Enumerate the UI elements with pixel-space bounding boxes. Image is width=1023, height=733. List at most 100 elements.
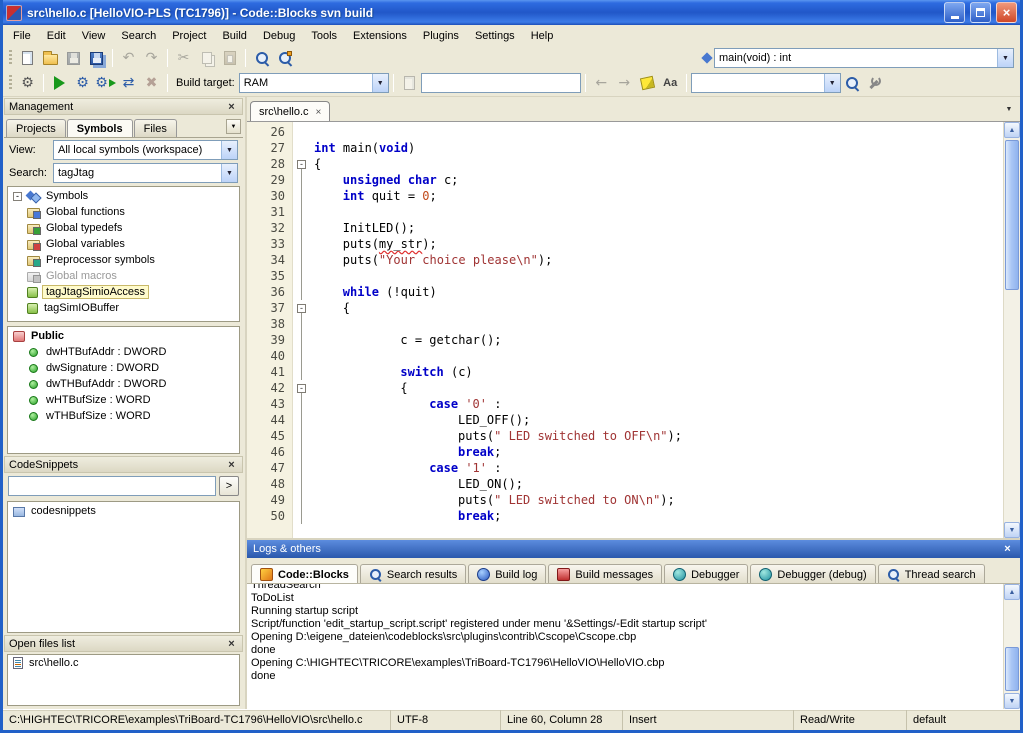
function-scope-combo[interactable]: main(void) : int ▼: [714, 48, 1014, 68]
search-options-button[interactable]: [864, 72, 887, 94]
replace-button[interactable]: [273, 47, 296, 69]
line-number[interactable]: 43: [247, 396, 292, 412]
fold-marker-icon[interactable]: -: [297, 384, 306, 393]
snippet-search-input[interactable]: [8, 476, 216, 496]
menu-item-plugins[interactable]: Plugins: [415, 27, 467, 45]
code-line[interactable]: puts("Your choice please\n");: [314, 252, 1003, 268]
code-line[interactable]: puts(my_str);: [314, 236, 1003, 252]
code-area[interactable]: int main(void){unsigned char c;int quit …: [310, 122, 1003, 538]
symbol-tree-item[interactable]: tagJtagSimioAccess: [8, 284, 239, 300]
member-tree-item[interactable]: wTHBufSize : WORD: [8, 408, 239, 424]
fold-marker-icon[interactable]: -: [297, 160, 306, 169]
build-and-run-button[interactable]: ⚙: [94, 72, 117, 94]
line-number[interactable]: 30: [247, 188, 292, 204]
code-line[interactable]: LED_ON();: [314, 476, 1003, 492]
redo-button[interactable]: ↷: [140, 47, 163, 69]
abort-button[interactable]: ✖: [140, 72, 163, 94]
undo-button[interactable]: ↶: [117, 47, 140, 69]
menu-item-file[interactable]: File: [5, 27, 39, 45]
close-codesnippets-button[interactable]: ×: [225, 458, 238, 471]
scroll-thumb[interactable]: [1005, 647, 1019, 691]
line-number[interactable]: 48: [247, 476, 292, 492]
menu-item-help[interactable]: Help: [523, 27, 562, 45]
toolbar-grip[interactable]: [9, 50, 12, 66]
menu-item-settings[interactable]: Settings: [467, 27, 523, 45]
log-tab-debugger[interactable]: Debugger: [664, 564, 748, 583]
snippet-search-button[interactable]: >: [219, 476, 239, 496]
code-line[interactable]: puts(" LED switched to ON\n");: [314, 492, 1003, 508]
line-number[interactable]: 42: [247, 380, 292, 396]
menu-item-extensions[interactable]: Extensions: [345, 27, 415, 45]
rebuild-button[interactable]: ⇄: [117, 72, 140, 94]
find-button[interactable]: [250, 47, 273, 69]
expander-icon[interactable]: -: [13, 192, 22, 201]
code-line[interactable]: break;: [314, 444, 1003, 460]
line-number[interactable]: 37: [247, 300, 292, 316]
build-target-combo[interactable]: RAM ▼: [239, 73, 389, 93]
code-line[interactable]: {: [314, 380, 1003, 396]
code-line[interactable]: [314, 268, 1003, 284]
thread-search-combo[interactable]: ▼: [691, 73, 841, 93]
scroll-up-button[interactable]: ▲: [1004, 584, 1020, 600]
chevron-down-icon[interactable]: ▼: [997, 49, 1013, 67]
find-input[interactable]: [421, 73, 581, 93]
chevron-down-icon[interactable]: ▼: [824, 74, 840, 92]
tab-list-button[interactable]: ▼: [1001, 101, 1017, 117]
tab-symbols[interactable]: Symbols: [67, 119, 133, 137]
line-number[interactable]: 27: [247, 140, 292, 156]
symbol-search-combo[interactable]: tagJtag ▼: [53, 163, 238, 183]
code-line[interactable]: int main(void): [314, 140, 1003, 156]
cut-button[interactable]: ✂: [172, 47, 195, 69]
scroll-thumb[interactable]: [1005, 140, 1019, 290]
copy-button[interactable]: [195, 47, 218, 69]
chevron-down-icon[interactable]: ▼: [221, 164, 237, 182]
new-file-button[interactable]: [16, 47, 39, 69]
open-file-button[interactable]: [39, 47, 62, 69]
editor-tab-hello-c[interactable]: src\hello.c ×: [250, 101, 330, 121]
code-line[interactable]: [314, 204, 1003, 220]
log-tab-thread-search[interactable]: Thread search: [878, 564, 985, 583]
menu-item-build[interactable]: Build: [214, 27, 254, 45]
code-line[interactable]: puts(" LED switched to OFF\n");: [314, 428, 1003, 444]
code-line[interactable]: unsigned char c;: [314, 172, 1003, 188]
close-open-files-button[interactable]: ×: [225, 637, 238, 650]
code-line[interactable]: c = getchar();: [314, 332, 1003, 348]
tab-files[interactable]: Files: [134, 119, 177, 137]
line-number[interactable]: 41: [247, 364, 292, 380]
log-tab-build-messages[interactable]: Build messages: [548, 564, 662, 583]
menu-item-search[interactable]: Search: [113, 27, 164, 45]
menu-item-debug[interactable]: Debug: [255, 27, 303, 45]
minimize-button[interactable]: [944, 2, 965, 23]
match-case-button[interactable]: Aa: [659, 72, 682, 94]
line-number[interactable]: 35: [247, 268, 292, 284]
symbol-tree-item[interactable]: tagSimIOBuffer: [8, 300, 239, 316]
code-line[interactable]: case '0' :: [314, 396, 1003, 412]
tab-projects[interactable]: Projects: [6, 119, 66, 137]
run-button[interactable]: [48, 72, 71, 94]
line-number[interactable]: 39: [247, 332, 292, 348]
line-number[interactable]: 47: [247, 460, 292, 476]
code-line[interactable]: {: [314, 300, 1003, 316]
line-number[interactable]: 38: [247, 316, 292, 332]
line-number[interactable]: 44: [247, 412, 292, 428]
symbol-tree-item[interactable]: Global typedefs: [8, 220, 239, 236]
symbol-tree-item[interactable]: -Symbols: [8, 188, 239, 204]
line-number[interactable]: 34: [247, 252, 292, 268]
log-tab-debugger-debug[interactable]: Debugger (debug): [750, 564, 875, 583]
member-tree-item[interactable]: dwHTBufAddr : DWORD: [8, 344, 239, 360]
menu-item-edit[interactable]: Edit: [39, 27, 74, 45]
line-number[interactable]: 36: [247, 284, 292, 300]
next-result-button[interactable]: →: [613, 72, 636, 94]
clear-search-button[interactable]: [398, 72, 421, 94]
code-line[interactable]: LED_OFF();: [314, 412, 1003, 428]
code-line[interactable]: case '1' :: [314, 460, 1003, 476]
highlight-button[interactable]: [636, 72, 659, 94]
code-line[interactable]: InitLED();: [314, 220, 1003, 236]
line-number[interactable]: 45: [247, 428, 292, 444]
line-number[interactable]: 46: [247, 444, 292, 460]
code-line[interactable]: switch (c): [314, 364, 1003, 380]
line-number[interactable]: 49: [247, 492, 292, 508]
log-tab-code-blocks[interactable]: Code::Blocks: [251, 564, 358, 583]
tab-close-icon[interactable]: ×: [316, 107, 322, 118]
log-tab-search-results[interactable]: Search results: [360, 564, 466, 583]
